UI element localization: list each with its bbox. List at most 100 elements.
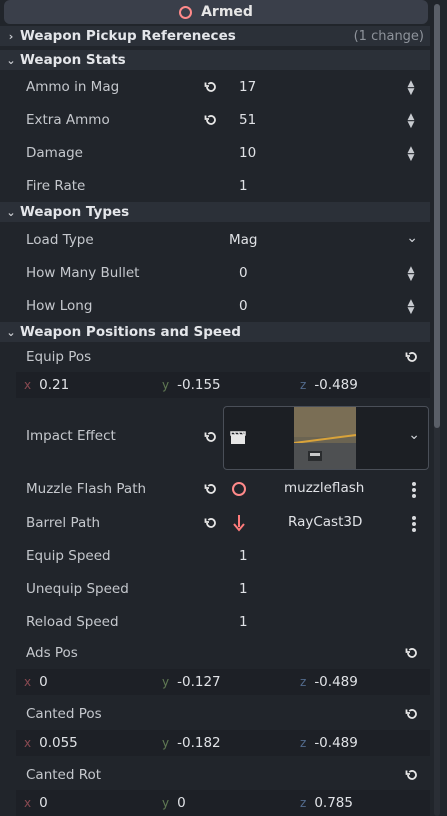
barrel-node-path[interactable]: RayCast3D	[288, 514, 362, 530]
section-weapon-stats[interactable]: ⌄ Weapon Stats	[0, 50, 430, 70]
section-weapon-pickup[interactable]: › Weapon Pickup Refereneces (1 change)	[0, 26, 430, 46]
x-field[interactable]: x 0.21	[24, 372, 69, 398]
y-value[interactable]: -0.155	[177, 377, 221, 393]
chevron-down-icon[interactable]: ⌄	[406, 230, 418, 246]
property-label: Load Type	[26, 231, 94, 248]
y-field[interactable]: y -0.155	[162, 372, 221, 398]
x-field[interactable]: x0	[24, 669, 48, 695]
x-value[interactable]: 0	[39, 795, 48, 811]
unequip-speed-field[interactable]: 1	[239, 581, 248, 597]
axis-label: x	[24, 675, 32, 689]
kebab-menu-icon[interactable]	[412, 480, 416, 500]
property-extra-ammo: Extra Ammo 51 ▲ ▼	[0, 103, 430, 136]
property-label: Fire Rate	[26, 177, 86, 194]
x-value[interactable]: 0.055	[39, 735, 78, 751]
revert-icon[interactable]	[404, 349, 420, 365]
axis-label: x	[24, 378, 32, 392]
property-label: How Many Bullet	[26, 264, 140, 281]
muzzle-flash-node-path[interactable]: muzzleflash	[284, 480, 364, 496]
fire-rate-field[interactable]: 1	[239, 178, 248, 194]
z-value[interactable]: 0.785	[314, 795, 353, 811]
property-label: Muzzle Flash Path	[26, 480, 147, 497]
spinner-arrows-icon[interactable]: ▲ ▼	[406, 80, 416, 97]
equip-speed-field[interactable]: 1	[239, 548, 248, 564]
revert-icon[interactable]	[404, 767, 420, 783]
axis-label: z	[300, 736, 307, 750]
spinner-arrows-icon[interactable]: ▲ ▼	[406, 299, 416, 316]
extra-ammo-field[interactable]: 51	[239, 112, 256, 128]
revert-icon[interactable]	[404, 645, 420, 661]
change-count: (1 change)	[353, 28, 424, 44]
x-value[interactable]: 0.21	[39, 377, 69, 393]
axis-label: z	[300, 675, 307, 689]
property-label: Damage	[26, 144, 83, 161]
kebab-menu-icon[interactable]	[412, 514, 416, 534]
section-title: Weapon Pickup Refereneces	[20, 28, 236, 44]
z-value[interactable]: -0.489	[314, 735, 358, 751]
scrollbar-thumb[interactable]	[434, 4, 440, 428]
property-label: Ammo in Mag	[26, 78, 120, 95]
revert-icon[interactable]	[203, 112, 219, 128]
load-type-dropdown[interactable]: Mag	[229, 232, 258, 248]
section-weapon-types[interactable]: ⌄ Weapon Types	[0, 202, 430, 222]
x-field[interactable]: x 0.055	[24, 730, 78, 756]
property-how-many-bullet: How Many Bullet 0 ▲ ▼	[0, 256, 430, 289]
axis-label: y	[162, 675, 170, 689]
z-field[interactable]: z -0.489	[300, 372, 358, 398]
node-circle-icon	[179, 5, 193, 19]
axis-label: x	[24, 796, 32, 810]
property-label: Ads Pos	[26, 644, 78, 661]
section-weapon-positions[interactable]: ⌄ Weapon Positions and Speed	[0, 322, 430, 342]
canted-pos-vector: x 0.055 y -0.182 z -0.489	[16, 730, 430, 756]
chevron-down-icon: ⌄	[6, 205, 16, 219]
node-header[interactable]: Armed	[4, 0, 428, 24]
axis-label: y	[162, 736, 170, 750]
y-value[interactable]: -0.182	[177, 735, 221, 751]
property-how-long: How Long 0 ▲ ▼	[0, 289, 430, 322]
chevron-down-icon: ⌄	[6, 325, 16, 339]
chevron-down-icon: ⌄	[6, 53, 16, 67]
spinner-arrows-icon[interactable]: ▲ ▼	[406, 113, 416, 130]
revert-icon[interactable]	[203, 429, 219, 445]
y-field[interactable]: y -0.182	[162, 730, 221, 756]
y-value[interactable]: 0	[177, 795, 186, 811]
property-ads-pos: Ads Pos	[0, 636, 430, 669]
property-label: Reload Speed	[26, 613, 119, 630]
chevron-down-icon[interactable]: ⌄	[408, 427, 420, 443]
property-fire-rate: Fire Rate 1	[0, 169, 430, 202]
x-field[interactable]: x0	[24, 790, 48, 816]
y-value[interactable]: -0.127	[177, 674, 221, 690]
axis-label: y	[162, 796, 170, 810]
property-label: Equip Pos	[26, 348, 92, 365]
revert-icon[interactable]	[203, 79, 219, 95]
impact-effect-resource-picker[interactable]: ⌄	[223, 406, 429, 470]
revert-icon[interactable]	[404, 706, 420, 722]
ads-pos-vector: x0 y -0.127 z -0.489	[16, 669, 430, 695]
ammo-in-mag-field[interactable]: 17	[239, 79, 256, 95]
revert-icon[interactable]	[203, 481, 219, 497]
property-label: Extra Ammo	[26, 111, 110, 128]
y-field[interactable]: y -0.127	[162, 669, 221, 695]
property-damage: Damage 10 ▲ ▼	[0, 136, 430, 169]
z-field[interactable]: z -0.489	[300, 669, 358, 695]
how-long-field[interactable]: 0	[239, 298, 248, 314]
revert-icon[interactable]	[203, 515, 219, 531]
z-field[interactable]: z 0.785	[300, 790, 353, 816]
spinner-arrows-icon[interactable]: ▲ ▼	[406, 266, 416, 283]
how-many-bullet-field[interactable]: 0	[239, 265, 248, 281]
node3d-icon	[232, 482, 246, 496]
property-equip-speed: Equip Speed 1	[0, 539, 430, 572]
z-value[interactable]: -0.489	[314, 674, 358, 690]
z-field[interactable]: z -0.489	[300, 730, 358, 756]
x-value[interactable]: 0	[39, 674, 48, 690]
y-field[interactable]: y0	[162, 790, 186, 816]
property-load-type: Load Type Mag ⌄	[0, 223, 430, 256]
reload-speed-field[interactable]: 1	[239, 614, 248, 630]
spinner-arrows-icon[interactable]: ▲ ▼	[406, 146, 416, 163]
axis-label: x	[24, 736, 32, 750]
z-value[interactable]: -0.489	[314, 377, 358, 393]
scene-thumbnail	[293, 407, 357, 469]
equip-pos-vector: x 0.21 y -0.155 z -0.489	[16, 372, 430, 398]
property-muzzle-flash-path: Muzzle Flash Path muzzleflash	[0, 472, 430, 505]
damage-field[interactable]: 10	[239, 145, 256, 161]
